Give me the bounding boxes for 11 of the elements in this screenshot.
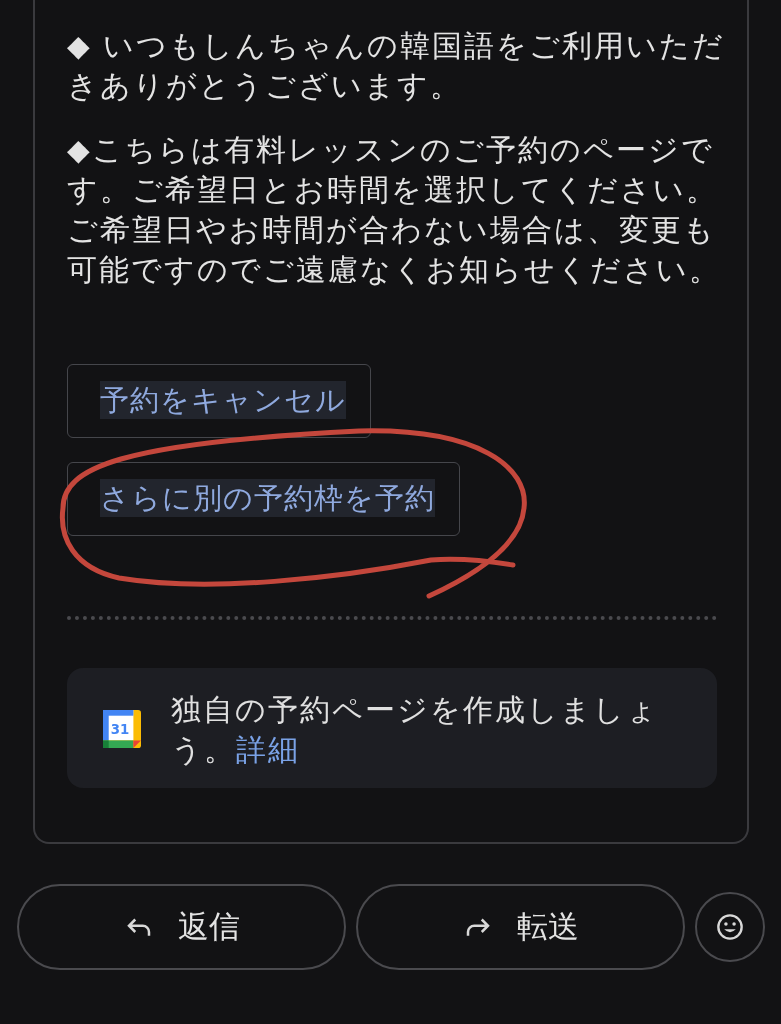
message-paragraph: ◆こちらは有料レッスンのご予約のページです。ご希望日とお時間を選択してください。ご希望日やお時間が合わない場合は、変更も可能ですのでご遠慮なくお知らせください。 [67,132,722,289]
reply-button[interactable]: 返信 [17,884,346,970]
forward-button[interactable]: 転送 [356,884,685,970]
details-link[interactable]: 詳細 [236,733,300,767]
promo-text: 独自の予約ページを作成しましょう。詳細 [171,692,660,769]
booking-link-button[interactable]: 予約をキャンセル [67,364,371,438]
calendar-icon: 31 [103,710,141,748]
message-paragraph: ◆ いつもしんちゃんの韓国語をご利用いただきありがとうございます。 [67,28,727,105]
smiley-icon [716,913,744,941]
booking-link-button[interactable]: さらに別の予約枠を予約 [67,462,460,536]
emoji-button[interactable] [695,892,765,962]
